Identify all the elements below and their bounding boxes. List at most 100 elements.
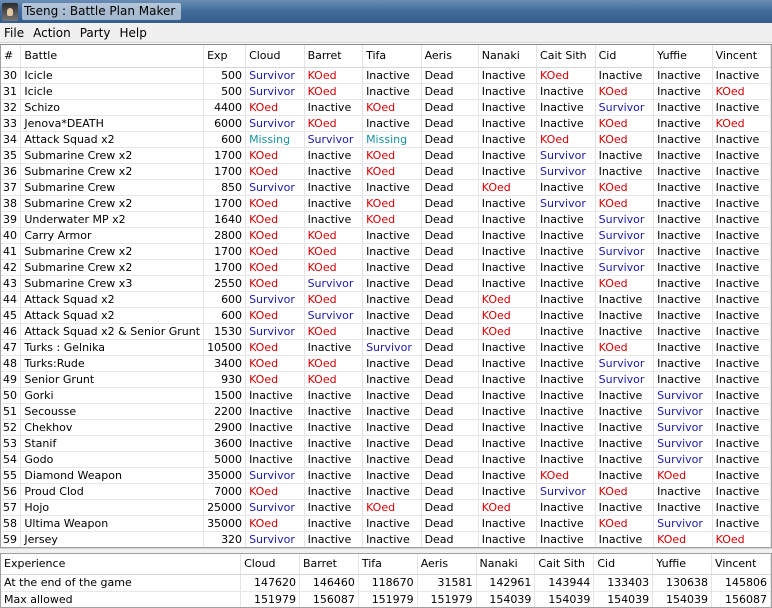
- status-cell[interactable]: Inactive: [245, 419, 305, 436]
- status-cell[interactable]: Inactive: [653, 291, 713, 308]
- status-cell[interactable]: Survivor: [536, 195, 596, 212]
- status-cell[interactable]: Survivor: [595, 227, 655, 244]
- status-cell[interactable]: Inactive: [478, 355, 538, 372]
- exp-cell[interactable]: 2200: [203, 403, 247, 420]
- status-cell[interactable]: Dead: [421, 323, 479, 340]
- row-index-cell[interactable]: 40: [1, 227, 22, 244]
- status-cell[interactable]: Dead: [421, 387, 479, 404]
- status-cell[interactable]: Inactive: [712, 371, 771, 388]
- exp-cell[interactable]: 320: [203, 531, 247, 547]
- status-cell[interactable]: Inactive: [595, 451, 655, 468]
- battle-name-cell[interactable]: Senior Grunt: [20, 371, 205, 388]
- exp-cell[interactable]: 1530: [203, 323, 247, 340]
- status-cell[interactable]: Inactive: [653, 275, 713, 292]
- status-cell[interactable]: Inactive: [595, 163, 655, 180]
- status-cell[interactable]: Inactive: [653, 211, 713, 228]
- table-row[interactable]: At the end of the game 147620 146460 118670…: [1, 574, 771, 592]
- status-cell[interactable]: KOed: [304, 115, 364, 132]
- experience-value-cell[interactable]: 151979: [358, 591, 418, 607]
- exp-cell[interactable]: 600: [203, 131, 247, 148]
- status-cell[interactable]: Inactive: [712, 67, 771, 84]
- status-cell[interactable]: KOed: [595, 275, 655, 292]
- status-cell[interactable]: KOed: [245, 243, 305, 260]
- status-cell[interactable]: Inactive: [362, 531, 422, 547]
- status-cell[interactable]: Inactive: [362, 115, 422, 132]
- status-cell[interactable]: Dead: [421, 83, 479, 100]
- status-cell[interactable]: Survivor: [653, 419, 713, 436]
- status-cell[interactable]: Inactive: [595, 307, 655, 324]
- status-cell[interactable]: Survivor: [245, 499, 305, 516]
- col-header-tifa[interactable]: Tifa: [362, 45, 422, 68]
- status-cell[interactable]: Inactive: [362, 291, 422, 308]
- battle-name-cell[interactable]: Ultima Weapon: [20, 515, 205, 532]
- status-cell[interactable]: Inactive: [362, 419, 422, 436]
- experience-value-cell[interactable]: 151979: [240, 591, 300, 607]
- status-cell[interactable]: Dead: [421, 275, 479, 292]
- status-cell[interactable]: Inactive: [362, 179, 422, 196]
- status-cell[interactable]: Inactive: [595, 323, 655, 340]
- exp-header-vincent[interactable]: Vincent: [711, 554, 771, 575]
- table-row[interactable]: 51 Secousse 2200 Inactive Inactive Inactive De…: [1, 403, 771, 420]
- battle-name-cell[interactable]: Submarine Crew x2: [20, 163, 205, 180]
- exp-header-aeris[interactable]: Aeris: [417, 554, 477, 575]
- status-cell[interactable]: KOed: [304, 243, 364, 260]
- status-cell[interactable]: Inactive: [362, 483, 422, 500]
- status-cell[interactable]: Inactive: [478, 227, 538, 244]
- table-row[interactable]: 48 Turks:Rude 3400 KOed KOed Inactive Dead Inac…: [1, 355, 771, 372]
- status-cell[interactable]: Inactive: [712, 211, 771, 228]
- status-cell[interactable]: Dead: [421, 435, 479, 452]
- exp-cell[interactable]: 3600: [203, 435, 247, 452]
- status-cell[interactable]: Inactive: [595, 419, 655, 436]
- table-row[interactable]: 46 Attack Squad x2 & Senior Grunt 1530 Surv…: [1, 323, 771, 340]
- experience-value-cell[interactable]: 147620: [240, 574, 300, 592]
- status-cell[interactable]: Inactive: [536, 371, 596, 388]
- exp-cell[interactable]: 4400: [203, 99, 247, 116]
- status-cell[interactable]: Survivor: [304, 307, 364, 324]
- status-cell[interactable]: KOed: [245, 371, 305, 388]
- status-cell[interactable]: KOed: [595, 83, 655, 100]
- status-cell[interactable]: KOed: [245, 339, 305, 356]
- status-cell[interactable]: Inactive: [712, 403, 771, 420]
- status-cell[interactable]: Inactive: [304, 451, 364, 468]
- experience-value-cell[interactable]: 156087: [711, 591, 771, 607]
- status-cell[interactable]: KOed: [536, 467, 596, 484]
- status-cell[interactable]: KOed: [245, 99, 305, 116]
- status-cell[interactable]: KOed: [304, 323, 364, 340]
- status-cell[interactable]: KOed: [362, 147, 422, 164]
- table-row[interactable]: 55 Diamond Weapon 35000 Survivor Inactive Ina…: [1, 467, 771, 484]
- row-index-cell[interactable]: 49: [1, 371, 22, 388]
- status-cell[interactable]: Inactive: [712, 435, 771, 452]
- col-header-yuffie[interactable]: Yuffie: [653, 45, 713, 68]
- status-cell[interactable]: Inactive: [304, 467, 364, 484]
- exp-header-yuffie[interactable]: Yuffie: [652, 554, 713, 575]
- battle-name-cell[interactable]: Submarine Crew: [20, 179, 205, 196]
- status-cell[interactable]: Inactive: [478, 275, 538, 292]
- exp-cell[interactable]: 3400: [203, 355, 247, 372]
- status-cell[interactable]: Inactive: [362, 323, 422, 340]
- status-cell[interactable]: Inactive: [536, 339, 596, 356]
- experience-value-cell[interactable]: 154039: [534, 591, 595, 607]
- status-cell[interactable]: Survivor: [595, 371, 655, 388]
- status-cell[interactable]: Inactive: [304, 403, 364, 420]
- exp-cell[interactable]: 2900: [203, 419, 247, 436]
- status-cell[interactable]: Inactive: [304, 211, 364, 228]
- col-header-index[interactable]: #: [1, 45, 22, 68]
- status-cell[interactable]: Inactive: [478, 419, 538, 436]
- status-cell[interactable]: KOed: [478, 291, 538, 308]
- status-cell[interactable]: Inactive: [595, 435, 655, 452]
- status-cell[interactable]: Inactive: [362, 451, 422, 468]
- table-row[interactable]: 58 Ultima Weapon 35000 KOed Inactive Inactive…: [1, 515, 771, 532]
- experience-value-cell[interactable]: 31581: [417, 574, 477, 592]
- table-row[interactable]: 44 Attack Squad x2 600 Survivor KOed Inactive…: [1, 291, 771, 308]
- table-row[interactable]: 50 Gorki 1500 Inactive Inactive Inactive Dead I…: [1, 387, 771, 404]
- status-cell[interactable]: Inactive: [712, 163, 771, 180]
- status-cell[interactable]: Survivor: [653, 403, 713, 420]
- status-cell[interactable]: Dead: [421, 483, 479, 500]
- status-cell[interactable]: Inactive: [362, 387, 422, 404]
- status-cell[interactable]: Dead: [421, 163, 479, 180]
- table-row[interactable]: 47 Turks : Gelnika 10500 KOed Inactive Surviv…: [1, 339, 771, 356]
- status-cell[interactable]: Survivor: [653, 515, 713, 532]
- exp-cell[interactable]: 2800: [203, 227, 247, 244]
- row-index-cell[interactable]: 54: [1, 451, 22, 468]
- title-bar[interactable]: Tseng : Battle Plan Maker: [0, 0, 772, 23]
